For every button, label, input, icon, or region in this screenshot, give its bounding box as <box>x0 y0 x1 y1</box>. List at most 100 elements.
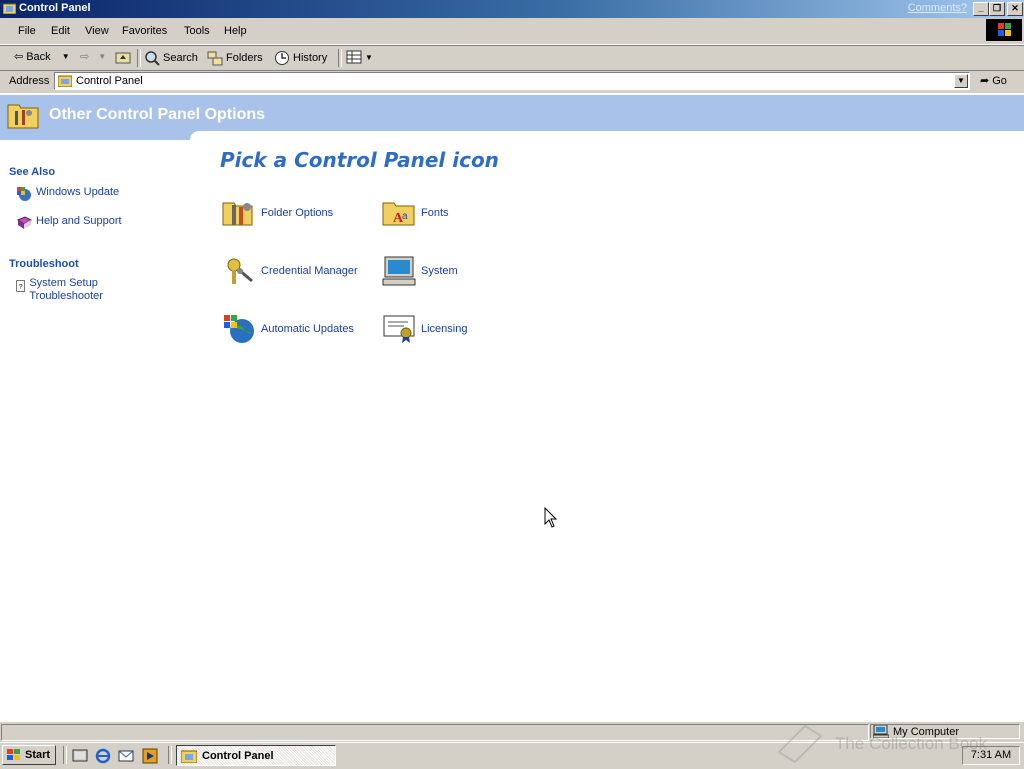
watermark: The Collection Book <box>775 722 1015 766</box>
system-setup-troubleshooter-link[interactable]: ? System Setup Troubleshooter <box>16 277 126 303</box>
licensing-label: Licensing <box>421 323 468 335</box>
troubleshooter-help-icon: ? <box>16 280 26 292</box>
address-value: Control Panel <box>76 75 143 87</box>
control-panel-icon <box>3 3 16 14</box>
automatic-updates-label: Automatic Updates <box>261 323 354 335</box>
header-band: Other Control Panel Options <box>0 95 1024 131</box>
system-item[interactable]: System <box>382 255 458 287</box>
folder-options-icon <box>222 202 253 226</box>
pick-icon-heading: Pick a Control Panel icon <box>220 148 499 172</box>
history-button[interactable]: History <box>274 50 327 66</box>
views-dropdown-icon: ▼ <box>365 52 373 62</box>
start-label: Start <box>25 749 51 761</box>
system-setup-troubleshooter-label: System Setup Troubleshooter <box>29 277 103 302</box>
watermark-text: The Collection Book <box>835 734 988 753</box>
search-icon <box>145 51 160 66</box>
credential-manager-item[interactable]: Credential Manager <box>222 255 358 287</box>
see-also-heading: See Also <box>9 166 56 178</box>
address-input[interactable]: Control Panel ▼ <box>54 72 970 90</box>
windows-flag-icon <box>7 749 20 760</box>
forward-dropdown-icon[interactable]: ▼ <box>98 52 106 61</box>
close-button[interactable]: ✕ <box>1007 2 1023 16</box>
search-button[interactable]: Search <box>144 50 198 66</box>
automatic-updates-item[interactable]: Automatic Updates <box>222 313 354 345</box>
up-folder-button[interactable] <box>115 50 131 64</box>
menu-edit[interactable]: Edit <box>51 25 70 37</box>
back-button[interactable]: ⇦ Back ▼ <box>14 50 70 64</box>
views-button[interactable]: ▼ <box>346 50 373 64</box>
fonts-label: Fonts <box>421 207 449 219</box>
forward-arrow-icon: ⇨ <box>80 51 90 63</box>
menu-bar: File Edit View Favorites Tools Help <box>0 18 1024 45</box>
go-button[interactable]: ➦ Go <box>980 74 1007 88</box>
back-arrow-icon: ⇦ <box>14 51 24 63</box>
folders-label: Folders <box>226 52 263 64</box>
views-icon <box>346 50 362 64</box>
history-label: History <box>293 52 328 64</box>
restore-button[interactable]: ❐ <box>989 2 1005 16</box>
header-title: Other Control Panel Options <box>49 106 266 123</box>
taskbar-separator <box>63 746 67 764</box>
go-label: Go <box>992 74 1007 87</box>
title-bar[interactable]: Control Panel Comments? _ ❐ ✕ <box>0 0 1024 18</box>
up-folder-icon <box>115 52 131 64</box>
status-text-pane <box>1 724 869 741</box>
history-icon <box>275 51 289 65</box>
licensing-item[interactable]: Licensing <box>382 313 467 345</box>
control-panel-folder-icon <box>7 104 39 129</box>
windows-update-label: Windows Update <box>36 186 120 198</box>
licensing-icon <box>383 315 415 343</box>
svg-text:?: ? <box>19 284 23 291</box>
help-and-support-label: Help and Support <box>36 215 122 227</box>
fonts-item[interactable]: Aa Fonts <box>382 197 449 229</box>
toolbar-separator <box>137 49 141 67</box>
outlook-express-icon[interactable] <box>118 748 134 764</box>
folders-icon <box>207 51 223 66</box>
address-label: Address <box>9 75 50 87</box>
start-button[interactable]: Start <box>2 745 56 765</box>
toolbar: ⇦ Back ▼ ⇨ ▼ Search Folders History ▼ <box>0 45 1024 71</box>
search-label: Search <box>163 52 198 64</box>
control-panel-icon <box>181 750 197 763</box>
address-bar: Address Control Panel ▼ ➦ Go <box>0 70 1024 93</box>
help-and-support-link[interactable]: Help and Support <box>16 215 122 231</box>
content-notch <box>190 131 1024 140</box>
header-band-extension <box>0 131 200 140</box>
media-player-icon[interactable] <box>142 748 158 764</box>
fonts-icon: Aa <box>382 202 415 226</box>
help-book-icon <box>16 216 32 229</box>
system-label: System <box>421 265 458 277</box>
troubleshoot-heading: Troubleshoot <box>9 258 79 270</box>
show-desktop-icon[interactable] <box>72 748 88 764</box>
windows-logo-icon <box>986 19 1022 41</box>
comments-link[interactable]: Comments? <box>908 2 967 14</box>
control-panel-icon <box>58 75 72 87</box>
folder-options-item[interactable]: Folder Options <box>222 197 333 229</box>
folder-options-label: Folder Options <box>261 207 334 219</box>
internet-explorer-icon[interactable] <box>95 748 111 764</box>
back-dropdown-icon[interactable]: ▼ <box>62 52 70 61</box>
windows-update-link[interactable]: Windows Update <box>16 186 119 202</box>
taskbar-button-label: Control Panel <box>202 749 274 762</box>
menu-view[interactable]: View <box>85 25 109 37</box>
folders-button[interactable]: Folders <box>207 50 263 66</box>
credential-manager-label: Credential Manager <box>261 265 358 277</box>
forward-button[interactable]: ⇨ ▼ <box>80 50 106 63</box>
credential-manager-icon <box>227 258 253 284</box>
address-dropdown-button[interactable]: ▼ <box>954 74 968 88</box>
taskbar-button-control-panel[interactable]: Control Panel <box>176 745 336 766</box>
system-icon <box>382 256 416 286</box>
menu-tools[interactable]: Tools <box>184 25 210 37</box>
window-title: Control Panel <box>19 2 91 14</box>
go-arrow-icon: ➦ <box>980 75 990 87</box>
taskbar-separator <box>168 746 172 764</box>
menu-file[interactable]: File <box>18 25 36 37</box>
windows-update-icon <box>17 187 31 201</box>
toolbar-separator <box>338 49 342 67</box>
minimize-button[interactable]: _ <box>973 2 989 16</box>
watermark-logo-icon <box>777 724 823 764</box>
menu-favorites[interactable]: Favorites <box>122 25 167 37</box>
mouse-cursor-icon <box>544 507 558 528</box>
svg-text:a: a <box>402 211 408 222</box>
menu-help[interactable]: Help <box>224 25 247 37</box>
